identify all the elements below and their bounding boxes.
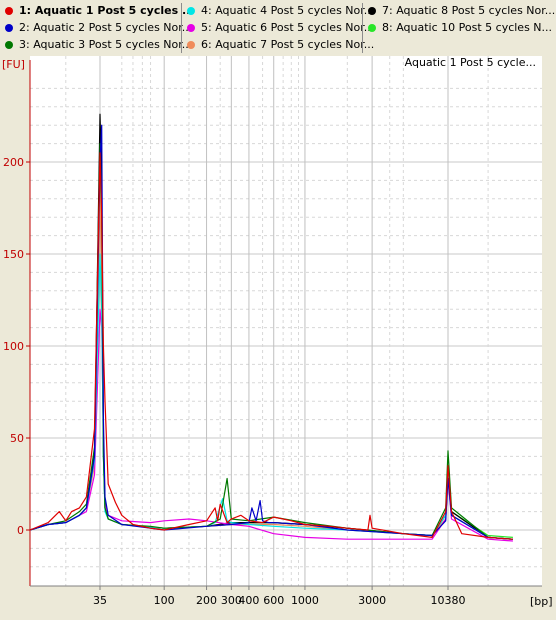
series-color-dot-icon: [5, 40, 13, 49]
x-tick-label: 600: [263, 594, 284, 607]
electropherogram-chart[interactable]: 050100150200 35 100 200 300400 600 1000 3000 10…: [0, 56, 556, 620]
legend-item-label: 7: Aquatic 8 Post 5 cycles Nor...: [382, 4, 556, 17]
y-tick-label: 50: [10, 432, 24, 445]
y-axis-label: [FU]: [2, 58, 25, 71]
series-color-dot-icon: [187, 23, 195, 32]
series-color-dot-icon: [187, 40, 195, 49]
legend-item-label: 1: Aquatic 1 Post 5 cycles ...: [19, 4, 195, 17]
legend-item-4[interactable]: 4: Aquatic 4 Post 5 cycles Nor...: [182, 2, 374, 19]
legend-item-5[interactable]: 5: Aquatic 6 Post 5 cycles Nor...: [182, 19, 374, 36]
series-color-dot-icon: [368, 6, 376, 15]
legend-item-3[interactable]: 3: Aquatic 3 Post 5 cycles Nor...: [0, 36, 192, 53]
x-tick-label: 3000: [358, 594, 386, 607]
x-tick-label: 10380: [431, 594, 466, 607]
x-tick-label: 1000: [291, 594, 319, 607]
x-tick-label: 100: [154, 594, 175, 607]
x-tick-label: 35: [93, 594, 107, 607]
y-tick-label: 200: [3, 156, 24, 169]
legend-item-1[interactable]: 1: Aquatic 1 Post 5 cycles ...: [0, 2, 194, 19]
legend-item-label: 3: Aquatic 3 Post 5 cycles Nor...: [19, 38, 193, 51]
series-color-dot-icon: [5, 6, 13, 15]
legend-item-label: 6: Aquatic 7 Post 5 cycles Nor...: [201, 38, 375, 51]
legend-item-2[interactable]: 2: Aquatic 2 Post 5 cycles Nor...: [0, 19, 192, 36]
legend-item-label: 5: Aquatic 6 Post 5 cycles Nor...: [201, 21, 375, 34]
y-tick-label: 100: [3, 340, 24, 353]
series-color-dot-icon: [187, 6, 195, 15]
chart-title: Aquatic 1 Post 5 cycle...: [405, 56, 536, 69]
legend-item-label: 4: Aquatic 4 Post 5 cycles Nor...: [201, 4, 375, 17]
x-tick-label: 200: [196, 594, 217, 607]
legend: 1: Aquatic 1 Post 5 cycles ... 2: Aquati…: [0, 0, 556, 56]
series-color-dot-icon: [5, 23, 13, 32]
x-tick-label: 400: [238, 594, 259, 607]
series-color-dot-icon: [368, 23, 376, 32]
legend-item-8[interactable]: 8: Aquatic 10 Post 5 cycles N...: [363, 19, 552, 36]
legend-item-label: 2: Aquatic 2 Post 5 cycles Nor...: [19, 21, 193, 34]
legend-item-7[interactable]: 7: Aquatic 8 Post 5 cycles Nor...: [363, 2, 555, 19]
legend-item-6[interactable]: 6: Aquatic 7 Post 5 cycles Nor...: [182, 36, 374, 53]
x-axis-label: [bp]: [530, 595, 553, 608]
y-tick-label: 150: [3, 248, 24, 261]
legend-item-label: 8: Aquatic 10 Post 5 cycles N...: [382, 21, 553, 34]
y-tick-label: 0: [17, 524, 24, 537]
